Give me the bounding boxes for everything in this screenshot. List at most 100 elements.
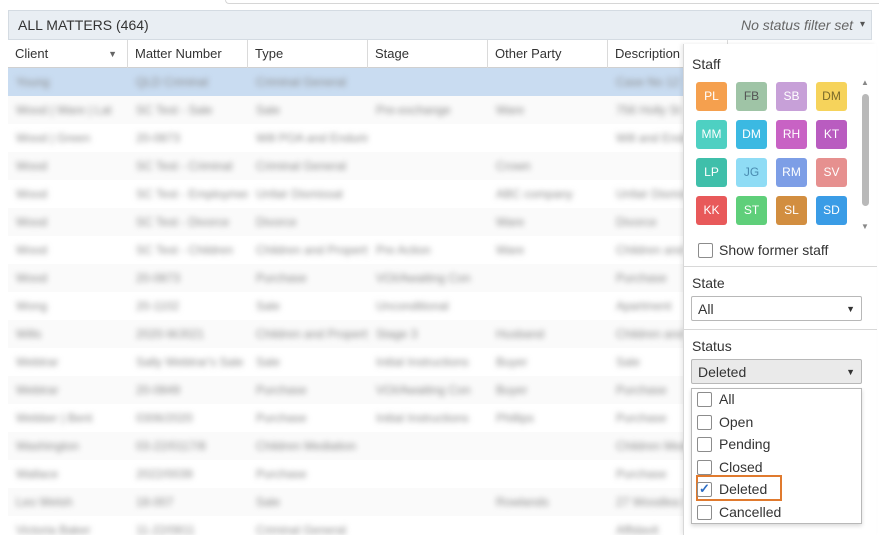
table-cell: Crown (496, 159, 531, 173)
table-cell: Wood | Green (16, 131, 91, 145)
chevron-down-icon: ▼ (846, 304, 855, 314)
table-cell: Wood (16, 215, 48, 229)
column-type[interactable]: Type (248, 40, 368, 68)
staff-chip[interactable]: SL (776, 196, 807, 225)
table-cell (488, 68, 608, 96)
status-option[interactable]: Pending (692, 434, 861, 456)
table-cell: Criminal General (256, 159, 347, 173)
staff-chip[interactable]: SB (776, 82, 807, 111)
show-former-staff-checkbox[interactable] (698, 243, 713, 258)
status-option-checkbox[interactable] (697, 504, 712, 520)
staff-chip[interactable]: SD (816, 196, 847, 225)
table-cell (488, 432, 608, 460)
status-option[interactable]: Cancelled (692, 502, 861, 524)
table-cell (368, 208, 488, 236)
status-option-checkbox[interactable] (697, 392, 712, 407)
show-former-staff-label: Show former staff (719, 242, 829, 258)
status-option[interactable]: ✓ Deleted (692, 479, 861, 501)
staff-chip[interactable]: RH (776, 120, 807, 149)
column-other-party[interactable]: Other Party (488, 40, 608, 68)
table-cell: Children and Property (256, 327, 368, 341)
table-cell: Pre-exchange (376, 103, 451, 117)
table-cell: Initial Instructions (376, 411, 469, 425)
table-cell: Wood | Ware | Lat (16, 103, 112, 117)
status-label: Status (692, 338, 732, 354)
table-cell (368, 432, 488, 460)
status-option[interactable]: Closed (692, 457, 861, 479)
status-value: Deleted (698, 364, 747, 380)
column-client[interactable]: Client ▼ (8, 40, 128, 68)
scroll-down-icon[interactable]: ▼ (861, 222, 869, 231)
table-cell: Will POA and Enduring (256, 131, 368, 145)
status-filter-label[interactable]: No status filter set (741, 17, 853, 33)
staff-chip[interactable]: ST (736, 196, 767, 225)
staff-chip[interactable]: JG (736, 158, 767, 187)
table-cell: Ware (496, 103, 525, 117)
staff-chip[interactable]: DM (736, 120, 767, 149)
state-select[interactable]: All ▼ (691, 296, 862, 321)
column-matter-number[interactable]: Matter Number (128, 40, 248, 68)
table-cell: Purchase (256, 271, 307, 285)
column-stage[interactable]: Stage (368, 40, 488, 68)
table-cell (368, 152, 488, 180)
window-edge (225, 0, 879, 4)
staff-chip[interactable]: PL (696, 82, 727, 111)
status-option-checkbox[interactable] (697, 437, 712, 452)
table-cell: 0306/2020 (136, 411, 193, 425)
table-cell: ABC company (496, 187, 573, 201)
table-cell (368, 488, 488, 516)
table-cell: VOI/Awaiting Con (376, 383, 471, 397)
status-option[interactable]: All (692, 389, 861, 411)
column-label: Matter Number (135, 46, 222, 61)
column-label: Type (255, 46, 284, 61)
sort-down-icon[interactable]: ▼ (108, 40, 117, 68)
scroll-thumb[interactable] (862, 94, 869, 206)
table-cell (368, 68, 488, 96)
matters-count-title: ALL MATTERS (464) (18, 17, 149, 33)
staff-chip[interactable]: KT (816, 120, 847, 149)
table-cell: SC Test - Sale (136, 103, 213, 117)
table-cell (368, 180, 488, 208)
staff-chip[interactable]: KK (696, 196, 727, 225)
status-option[interactable]: Open (692, 412, 861, 434)
staff-chip[interactable]: MM (696, 120, 727, 149)
table-cell: 18-007 (136, 495, 174, 509)
state-value: All (698, 301, 714, 317)
status-select[interactable]: Deleted ▼ (691, 359, 862, 384)
table-cell: Stage 3 (376, 327, 418, 341)
table-cell (368, 516, 488, 535)
filter-dropdown-icon[interactable]: ▾ (860, 19, 865, 30)
status-option-label: Cancelled (719, 503, 782, 520)
table-cell (488, 460, 608, 488)
checkmark-icon: ✓ (699, 481, 710, 496)
table-cell: Sale (256, 299, 281, 313)
table-cell: Wood (16, 187, 48, 201)
table-cell: Victoria Baker (16, 523, 91, 535)
table-cell: 20-1102 (136, 299, 180, 313)
table-cell (488, 516, 608, 535)
staff-chip[interactable]: FB (736, 82, 767, 111)
table-cell: 2022/0039 (136, 467, 193, 481)
table-cell: Phillips (496, 411, 535, 425)
staff-chip[interactable]: DM (816, 82, 847, 111)
status-option-checkbox[interactable] (697, 459, 712, 475)
table-cell: Wallace (16, 467, 59, 481)
table-cell: 03-22/0117/8 (136, 439, 206, 453)
scroll-up-icon[interactable]: ▲ (861, 78, 869, 87)
table-cell: 20-0849 (136, 383, 181, 397)
status-option-checkbox[interactable]: ✓ (697, 481, 712, 497)
divider (684, 329, 877, 330)
table-cell: Webtrar (16, 355, 59, 369)
table-cell: QLD Criminal (136, 75, 209, 89)
table-cell: Purchase (256, 383, 307, 397)
table-cell: VOI/Awaiting Con (376, 271, 471, 285)
staff-chip[interactable]: LP (696, 158, 727, 187)
table-cell: Sally Webtrar's Sale (136, 355, 244, 369)
table-cell: 20-0873 (136, 131, 181, 145)
table-cell: Wood (16, 243, 48, 257)
status-option-checkbox[interactable] (697, 414, 712, 430)
staff-chip[interactable]: SV (816, 158, 847, 187)
table-cell: 11-22/0811 (136, 523, 195, 535)
staff-scrollbar[interactable]: ▲ ▼ (861, 76, 870, 236)
staff-chip[interactable]: RM (776, 158, 807, 187)
